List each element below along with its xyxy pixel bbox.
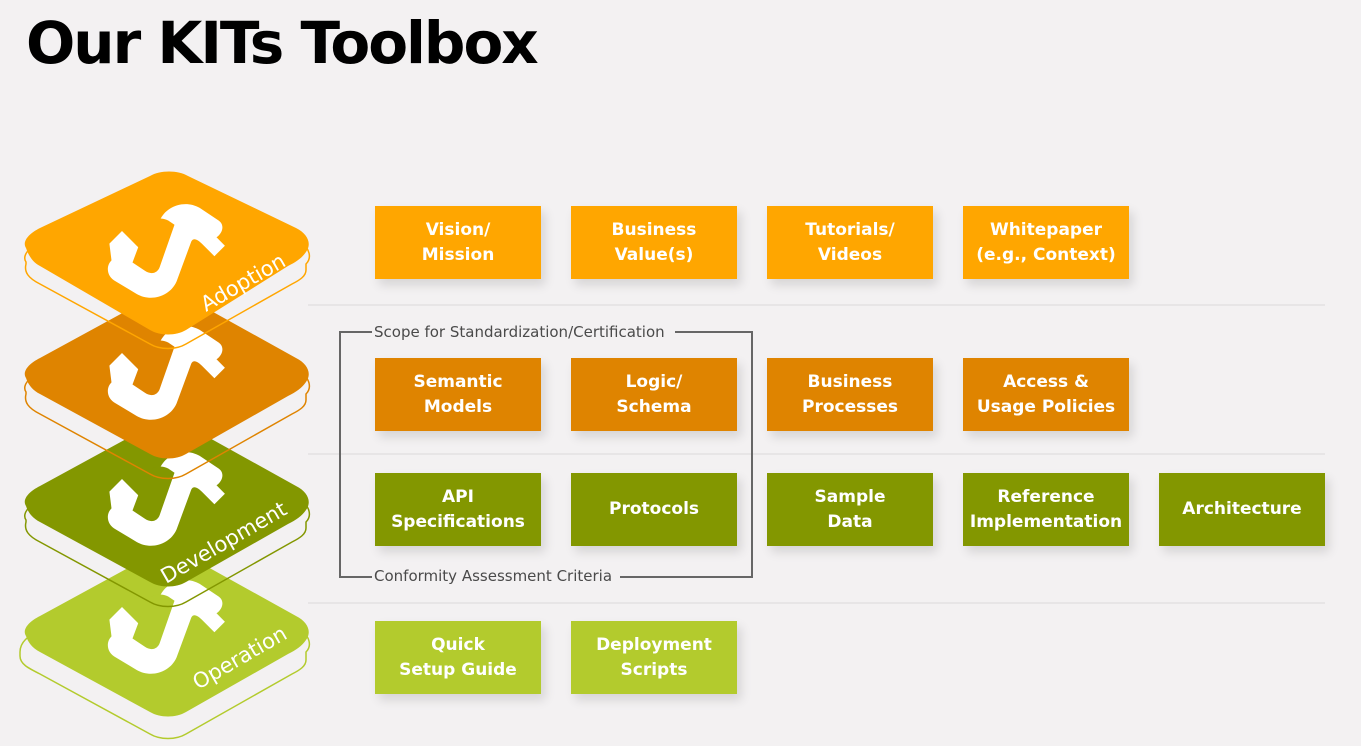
tile-vision-mission[interactable]: Vision/ Mission [375, 206, 541, 279]
layer-adoption: Adoption [24, 171, 311, 350]
layer-stack-svg: Operation Development Adoption [19, 171, 311, 740]
row-separator [308, 453, 1325, 455]
tile-tutorials-videos[interactable]: Tutorials/ Videos [767, 206, 933, 279]
layer-stack-illustration: Operation Development Adoption [0, 0, 330, 746]
tile-quick-setup-guide[interactable]: Quick Setup Guide [375, 621, 541, 694]
tile-protocols[interactable]: Protocols [571, 473, 737, 546]
tile-logic-schema[interactable]: Logic/ Schema [571, 358, 737, 431]
row-separator [308, 602, 1325, 604]
tile-deployment-scripts[interactable]: Deployment Scripts [571, 621, 737, 694]
tile-architecture[interactable]: Architecture [1159, 473, 1325, 546]
tile-whitepaper[interactable]: Whitepaper (e.g., Context) [963, 206, 1129, 279]
scope-label: Scope for Standardization/Certification [372, 323, 675, 341]
tile-sample-data[interactable]: Sample Data [767, 473, 933, 546]
tile-api-specifications[interactable]: API Specifications [375, 473, 541, 546]
tile-semantic-models[interactable]: Semantic Models [375, 358, 541, 431]
tile-business-processes[interactable]: Business Processes [767, 358, 933, 431]
tile-business-values[interactable]: Business Value(s) [571, 206, 737, 279]
row-separator [308, 304, 1325, 306]
bracket-right-line [751, 331, 753, 578]
tile-reference-implementation[interactable]: Reference Implementation [963, 473, 1129, 546]
tile-access-usage-policies[interactable]: Access & Usage Policies [963, 358, 1129, 431]
bracket-left-line [339, 331, 341, 578]
conformity-label: Conformity Assessment Criteria [372, 567, 621, 585]
